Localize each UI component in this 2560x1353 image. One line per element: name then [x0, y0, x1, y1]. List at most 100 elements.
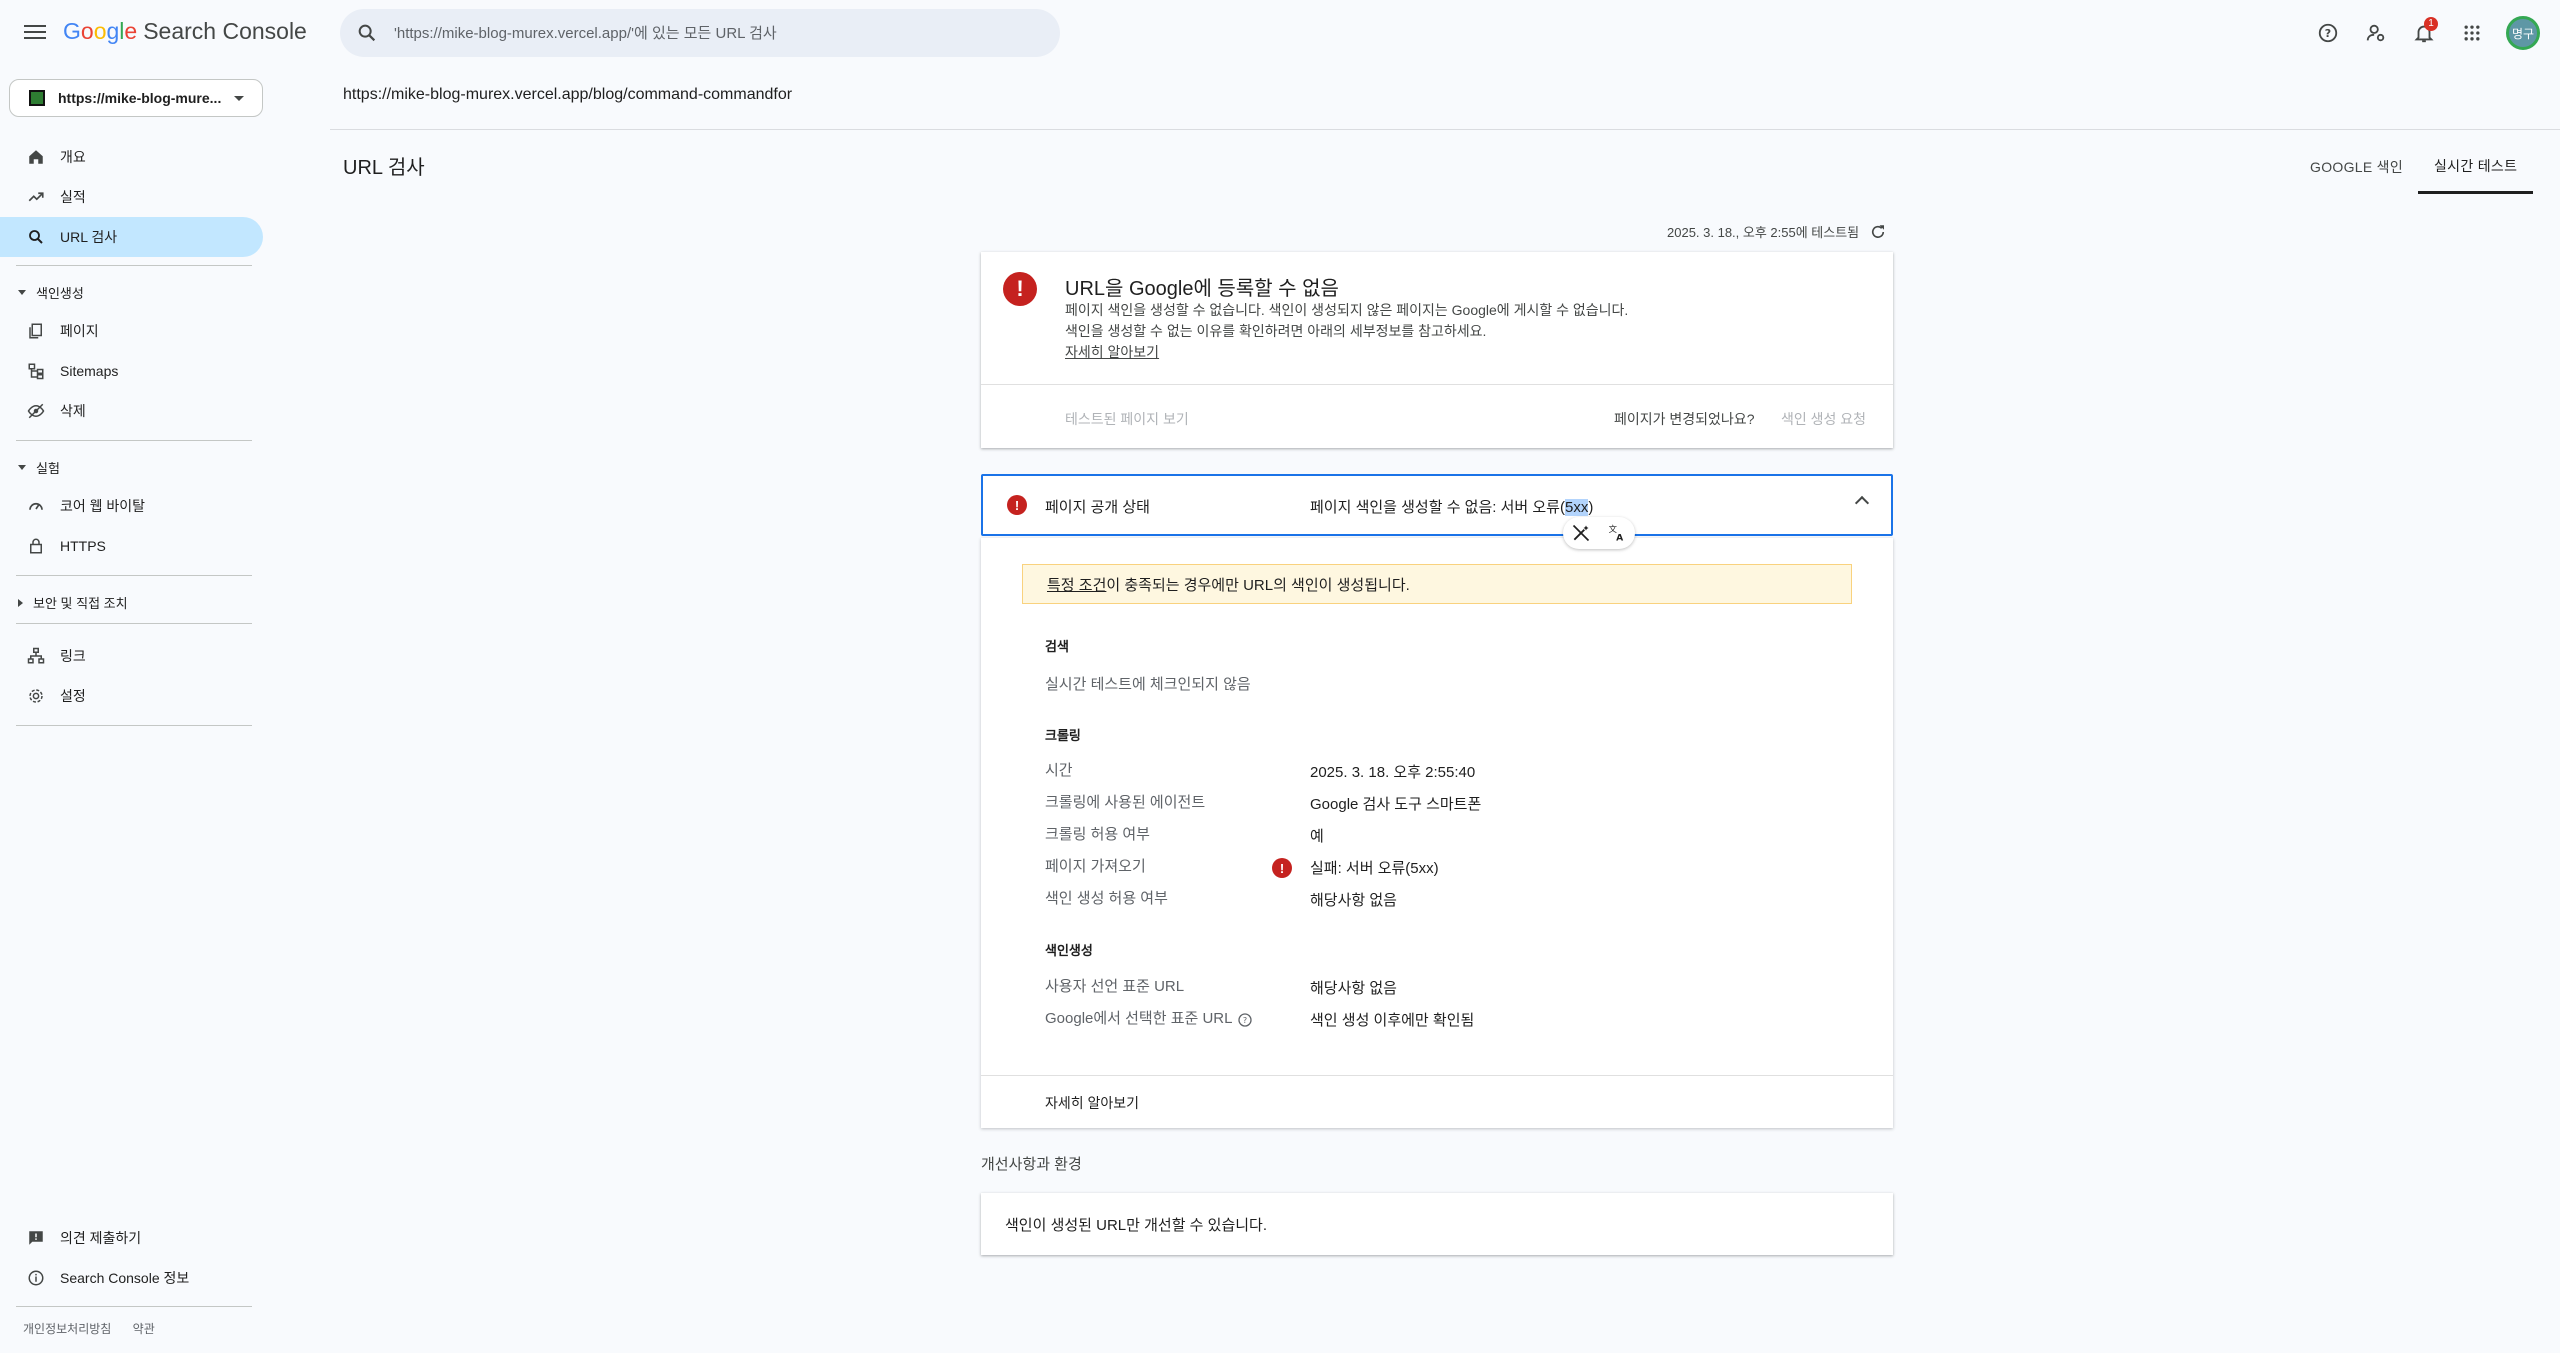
- gauge-icon: [26, 496, 46, 516]
- svg-text:?: ?: [2325, 27, 2331, 40]
- avatar[interactable]: 명구: [2506, 16, 2540, 50]
- eye-off-icon: [26, 401, 46, 421]
- learn-more-link[interactable]: 자세히 알아보기: [1045, 1093, 1139, 1113]
- top-bar: GoogleSearch Console ? 1 명구: [0, 0, 2560, 66]
- card-divider: [981, 1075, 1893, 1076]
- status-value: 페이지 색인을 생성할 수 없음: 서버 오류(5xx): [1310, 496, 1593, 517]
- improvements-heading: 개선사항과 환경: [981, 1156, 1082, 1173]
- sidebar-item-https[interactable]: HTTPS: [0, 526, 263, 566]
- sidebar-item-label: Search Console 정보: [60, 1270, 190, 1286]
- summary-card: ! URL을 Google에 등록할 수 없음 페이지 색인을 생성할 수 없습…: [981, 252, 1893, 448]
- sidebar-item-label: 실적: [60, 189, 86, 205]
- search-input[interactable]: [392, 23, 996, 43]
- summary-desc: 페이지 색인을 생성할 수 없습니다. 색인이 생성되지 않은 페이지는 Goo…: [1065, 300, 1645, 363]
- sidebar-item-label: 삭제: [60, 403, 86, 419]
- manage-users-icon[interactable]: [2356, 13, 2396, 53]
- page-availability-details: 특정 조건 이 충족되는 경우에만 URL의 색인이 생성됩니다. 검색 실시간 …: [981, 538, 1893, 1128]
- sidebar-item-url-inspection[interactable]: URL 검사: [0, 217, 263, 257]
- specific-conditions-link[interactable]: 특정 조건: [1047, 574, 1106, 595]
- sidebar-item-settings[interactable]: 설정: [0, 676, 263, 716]
- sidebar-item-removals[interactable]: 삭제: [0, 391, 263, 431]
- search-note: 실시간 테스트에 체크인되지 않음: [1045, 676, 1251, 693]
- svg-text:?: ?: [1243, 1016, 1247, 1025]
- trending-icon: [26, 187, 46, 207]
- sidebar-section-experience[interactable]: 실험: [18, 458, 60, 477]
- sidebar-item-label: 링크: [60, 648, 86, 664]
- privacy-link[interactable]: 개인정보처리방침: [23, 1322, 111, 1336]
- crawl-value: 해당사항 없음: [1310, 892, 1397, 909]
- sidebar-section-security[interactable]: 보안 및 직접 조치: [18, 593, 128, 612]
- error-icon: !: [1007, 495, 1027, 515]
- links-icon: [26, 646, 46, 666]
- info-icon: [26, 1268, 46, 1288]
- index-label: Google에서 선택한 표준 URL: [1045, 1010, 1233, 1027]
- search-console-logo[interactable]: Google Search Console: [63, 18, 307, 45]
- error-icon: !: [1272, 858, 1292, 878]
- search-icon: [358, 24, 376, 42]
- sidebar-item-feedback[interactable]: 의견 제출하기: [0, 1218, 263, 1258]
- sidebar-item-links[interactable]: 링크: [0, 636, 263, 676]
- help-icon[interactable]: ?: [2308, 13, 2348, 53]
- index-condition-warning: 특정 조건 이 충족되는 경우에만 URL의 색인이 생성됩니다.: [1022, 564, 1852, 604]
- product-name: Search Console: [143, 18, 307, 44]
- tab-google-index[interactable]: GOOGLE 색인: [2310, 140, 2403, 194]
- sidebar-item-label: URL 검사: [60, 229, 118, 245]
- url-inspect-search[interactable]: [340, 9, 1060, 57]
- caret-down-icon: [18, 290, 26, 295]
- search-icon: [26, 227, 46, 247]
- notifications-icon[interactable]: 1: [2404, 13, 2444, 53]
- menu-icon[interactable]: [24, 21, 46, 43]
- sidebar-item-pages[interactable]: 페이지: [0, 311, 263, 351]
- sidebar-divider: [16, 575, 252, 576]
- card-divider: [981, 384, 1893, 385]
- crawl-label: 색인 생성 허용 여부: [1045, 890, 1168, 907]
- sidebar-item-performance[interactable]: 실적: [0, 177, 263, 217]
- selection-popup: 文A: [1563, 517, 1635, 549]
- home-icon: [26, 147, 46, 167]
- tested-timestamp: 2025. 3. 18., 오후 2:55에 테스트됨: [1667, 222, 1887, 241]
- page-changed-question: 페이지가 변경되었나요?: [1614, 411, 1755, 427]
- warning-text: 이 충족되는 경우에만 URL의 색인이 생성됩니다.: [1106, 576, 1410, 594]
- page-availability-header[interactable]: ! 페이지 공개 상태 페이지 색인을 생성할 수 없음: 서버 오류(5xx): [981, 474, 1893, 536]
- refresh-icon[interactable]: [1869, 223, 1887, 241]
- sidebar-footer: 개인정보처리방침 약관: [23, 1320, 173, 1337]
- sidebar-divider: [16, 265, 252, 266]
- sidebar-divider: [16, 440, 252, 441]
- crawl-label: 크롤링 허용 여부: [1045, 826, 1150, 843]
- sidebar-divider: [16, 623, 252, 624]
- sidebar-item-label: 의견 제출하기: [60, 1230, 142, 1246]
- status-label: 페이지 공개 상태: [1045, 499, 1150, 516]
- view-tested-page-button[interactable]: 테스트된 페이지 보기: [1065, 409, 1189, 429]
- sidebar-divider: [16, 725, 252, 726]
- help-icon[interactable]: ?: [1237, 1012, 1253, 1028]
- crawl-label: 크롤링에 사용된 에이전트: [1045, 794, 1206, 811]
- sidebar-item-label: 개요: [60, 149, 86, 165]
- sidebar-section-indexing[interactable]: 색인생성: [18, 283, 84, 302]
- learn-more-link[interactable]: 자세히 알아보기: [1065, 344, 1159, 360]
- translate-icon[interactable]: 文A: [1607, 523, 1627, 543]
- header-actions: ? 1 명구: [2300, 13, 2560, 53]
- pages-icon: [26, 321, 46, 341]
- terms-link[interactable]: 약관: [133, 1322, 155, 1336]
- magic-wand-off-icon[interactable]: [1571, 523, 1591, 543]
- status-value-text: 페이지 색인을 생성할 수 없음: 서버 오류(: [1310, 499, 1565, 516]
- tab-live-test[interactable]: 실시간 테스트: [2418, 140, 2534, 194]
- chevron-up-icon[interactable]: [1854, 495, 1870, 511]
- sidebar-item-about[interactable]: Search Console 정보: [0, 1258, 263, 1298]
- caret-down-icon: [18, 465, 26, 470]
- property-selector[interactable]: https://mike-blog-mure...: [9, 79, 263, 117]
- apps-grid-icon[interactable]: [2452, 13, 2492, 53]
- caret-right-icon: [18, 598, 23, 607]
- summary-desc-text: 페이지 색인을 생성할 수 없습니다. 색인이 생성되지 않은 페이지는 Goo…: [1065, 302, 1629, 339]
- tested-at-text: 2025. 3. 18., 오후 2:55에 테스트됨: [1667, 225, 1860, 240]
- page-title: URL 검사: [343, 157, 425, 179]
- feedback-icon: [26, 1228, 46, 1248]
- sidebar-item-sitemaps[interactable]: Sitemaps: [0, 351, 263, 391]
- sidebar-item-core-web-vitals[interactable]: 코어 웹 바이탈: [0, 486, 263, 526]
- crawl-label: 시간: [1045, 762, 1073, 779]
- header-divider: [330, 129, 2560, 130]
- section-heading: 검색: [1045, 639, 1069, 654]
- request-indexing-button[interactable]: 색인 생성 요청: [1781, 409, 1866, 429]
- property-url: https://mike-blog-mure...: [58, 90, 222, 106]
- sidebar-item-overview[interactable]: 개요: [0, 137, 263, 177]
